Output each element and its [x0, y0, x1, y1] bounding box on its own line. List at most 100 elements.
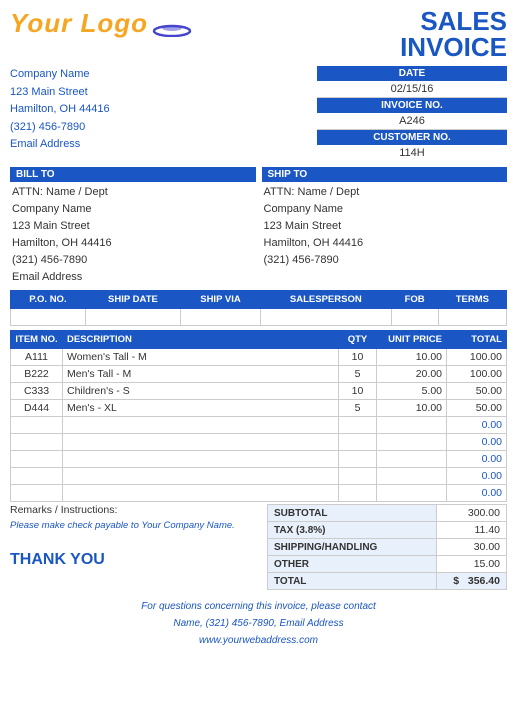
ship-attn: ATTN: Name / Dept: [264, 184, 508, 201]
subtotal-label: SUBTOTAL: [268, 505, 437, 522]
total-cell: 100.00: [447, 349, 507, 366]
company-info: Company Name 123 Main Street Hamilton, O…: [10, 66, 110, 161]
tax-value: 11.40: [437, 522, 507, 539]
unit-cell: 5.00: [377, 383, 447, 400]
bottom-section: Remarks / Instructions: Please make chec…: [10, 504, 507, 590]
ship-to-box: SHIP TO ATTN: Name / Dept Company Name 1…: [262, 167, 508, 286]
other-label: OTHER: [268, 556, 437, 573]
item-no-cell: B222: [11, 366, 63, 383]
bill-to-box: BILL TO ATTN: Name / Dept Company Name 1…: [10, 167, 256, 286]
qty-cell: [339, 417, 377, 434]
ship-phone: (321) 456-7890: [264, 252, 508, 269]
item-no-cell: D444: [11, 400, 63, 417]
date-label: DATE: [317, 66, 507, 81]
item-no-cell: [11, 417, 63, 434]
unit-cell: [377, 485, 447, 502]
customer-number-value: 114H: [317, 145, 507, 161]
title-invoice: INVOICE: [400, 34, 507, 60]
qty-cell: 5: [339, 400, 377, 417]
po-val-shipdate: [85, 309, 180, 326]
shipping-label: SHIPPING/HANDLING: [268, 539, 437, 556]
ship-address: 123 Main Street: [264, 218, 508, 235]
item-row: 0.00: [11, 434, 507, 451]
totals-table: SUBTOTAL 300.00 TAX (3.8%) 11.40 SHIPPIN…: [267, 504, 507, 590]
item-no-cell: C333: [11, 383, 63, 400]
ship-to-content: ATTN: Name / Dept Company Name 123 Main …: [262, 184, 508, 269]
footer: For questions concerning this invoice, p…: [10, 598, 507, 649]
unit-cell: 10.00: [377, 400, 447, 417]
qty-cell: 10: [339, 349, 377, 366]
footer-contact-line2: Name, (321) 456-7890, Email Address: [10, 615, 507, 632]
tax-label: TAX (3.8%): [268, 522, 437, 539]
bill-to-header: BILL TO: [10, 167, 256, 182]
desc-cell: [63, 417, 339, 434]
item-no-cell: [11, 485, 63, 502]
company-phone: (321) 456-7890: [10, 119, 110, 137]
logo-swoosh-icon: [152, 19, 192, 37]
desc-cell: Men's Tall - M: [63, 366, 339, 383]
total-dollar: $: [453, 575, 459, 587]
bill-to-content: ATTN: Name / Dept Company Name 123 Main …: [10, 184, 256, 286]
remarks-label: Remarks / Instructions:: [10, 504, 261, 516]
desc-cell: [63, 468, 339, 485]
invoice-page: Your Logo SALES INVOICE Company Name 123…: [0, 0, 517, 657]
logo-area: Your Logo: [10, 8, 192, 39]
totals-area: SUBTOTAL 300.00 TAX (3.8%) 11.40 SHIPPIN…: [267, 504, 507, 590]
bill-email: Email Address: [12, 269, 256, 286]
other-value: 15.00: [437, 556, 507, 573]
company-address: 123 Main Street: [10, 84, 110, 102]
bill-city: Hamilton, OH 44416: [12, 235, 256, 252]
item-row: 0.00: [11, 417, 507, 434]
col-item-no: ITEM NO.: [11, 331, 63, 349]
po-col-po: P.O. NO.: [11, 291, 86, 309]
info-section: Company Name 123 Main Street Hamilton, O…: [10, 66, 507, 161]
desc-cell: [63, 434, 339, 451]
footer-website: www.yourwebaddress.com: [10, 632, 507, 649]
unit-cell: [377, 451, 447, 468]
po-table: P.O. NO. SHIP DATE SHIP VIA SALESPERSON …: [10, 290, 507, 326]
unit-cell: [377, 468, 447, 485]
invoice-number-label: INVOICE NO.: [317, 98, 507, 113]
header: Your Logo SALES INVOICE: [10, 8, 507, 60]
item-row: 0.00: [11, 451, 507, 468]
total-cell: 50.00: [447, 400, 507, 417]
total-cell: 0.00: [447, 468, 507, 485]
item-no-cell: A111: [11, 349, 63, 366]
po-val-shipvia: [180, 309, 260, 326]
qty-cell: [339, 468, 377, 485]
other-row: OTHER 15.00: [268, 556, 507, 573]
tax-row: TAX (3.8%) 11.40: [268, 522, 507, 539]
item-no-cell: [11, 434, 63, 451]
item-row: D444Men's - XL510.0050.00: [11, 400, 507, 417]
unit-cell: [377, 434, 447, 451]
qty-cell: [339, 451, 377, 468]
thank-you-text: THANK YOU: [10, 551, 261, 569]
po-col-shipdate: SHIP DATE: [85, 291, 180, 309]
po-row: [11, 309, 507, 326]
title-sales: SALES: [400, 8, 507, 34]
total-value: $ 356.40: [437, 573, 507, 590]
total-cell: 0.00: [447, 417, 507, 434]
items-table: ITEM NO. DESCRIPTION QTY UNIT PRICE TOTA…: [10, 330, 507, 502]
unit-cell: 10.00: [377, 349, 447, 366]
total-amount: 356.40: [468, 575, 500, 587]
unit-cell: [377, 417, 447, 434]
desc-cell: Men's - XL: [63, 400, 339, 417]
shipping-value: 30.00: [437, 539, 507, 556]
po-col-fob: FOB: [391, 291, 438, 309]
item-row: 0.00: [11, 468, 507, 485]
po-col-shipvia: SHIP VIA: [180, 291, 260, 309]
item-no-cell: [11, 451, 63, 468]
total-cell: 50.00: [447, 383, 507, 400]
total-label: TOTAL: [268, 573, 437, 590]
item-row: C333Children's - S105.0050.00: [11, 383, 507, 400]
company-city: Hamilton, OH 44416: [10, 101, 110, 119]
total-cell: 0.00: [447, 434, 507, 451]
item-row: 0.00: [11, 485, 507, 502]
customer-number-label: CUSTOMER NO.: [317, 130, 507, 145]
total-row: TOTAL $ 356.40: [268, 573, 507, 590]
po-val-fob: [391, 309, 438, 326]
bill-ship-section: BILL TO ATTN: Name / Dept Company Name 1…: [10, 167, 507, 286]
total-cell: 100.00: [447, 366, 507, 383]
ship-city: Hamilton, OH 44416: [264, 235, 508, 252]
